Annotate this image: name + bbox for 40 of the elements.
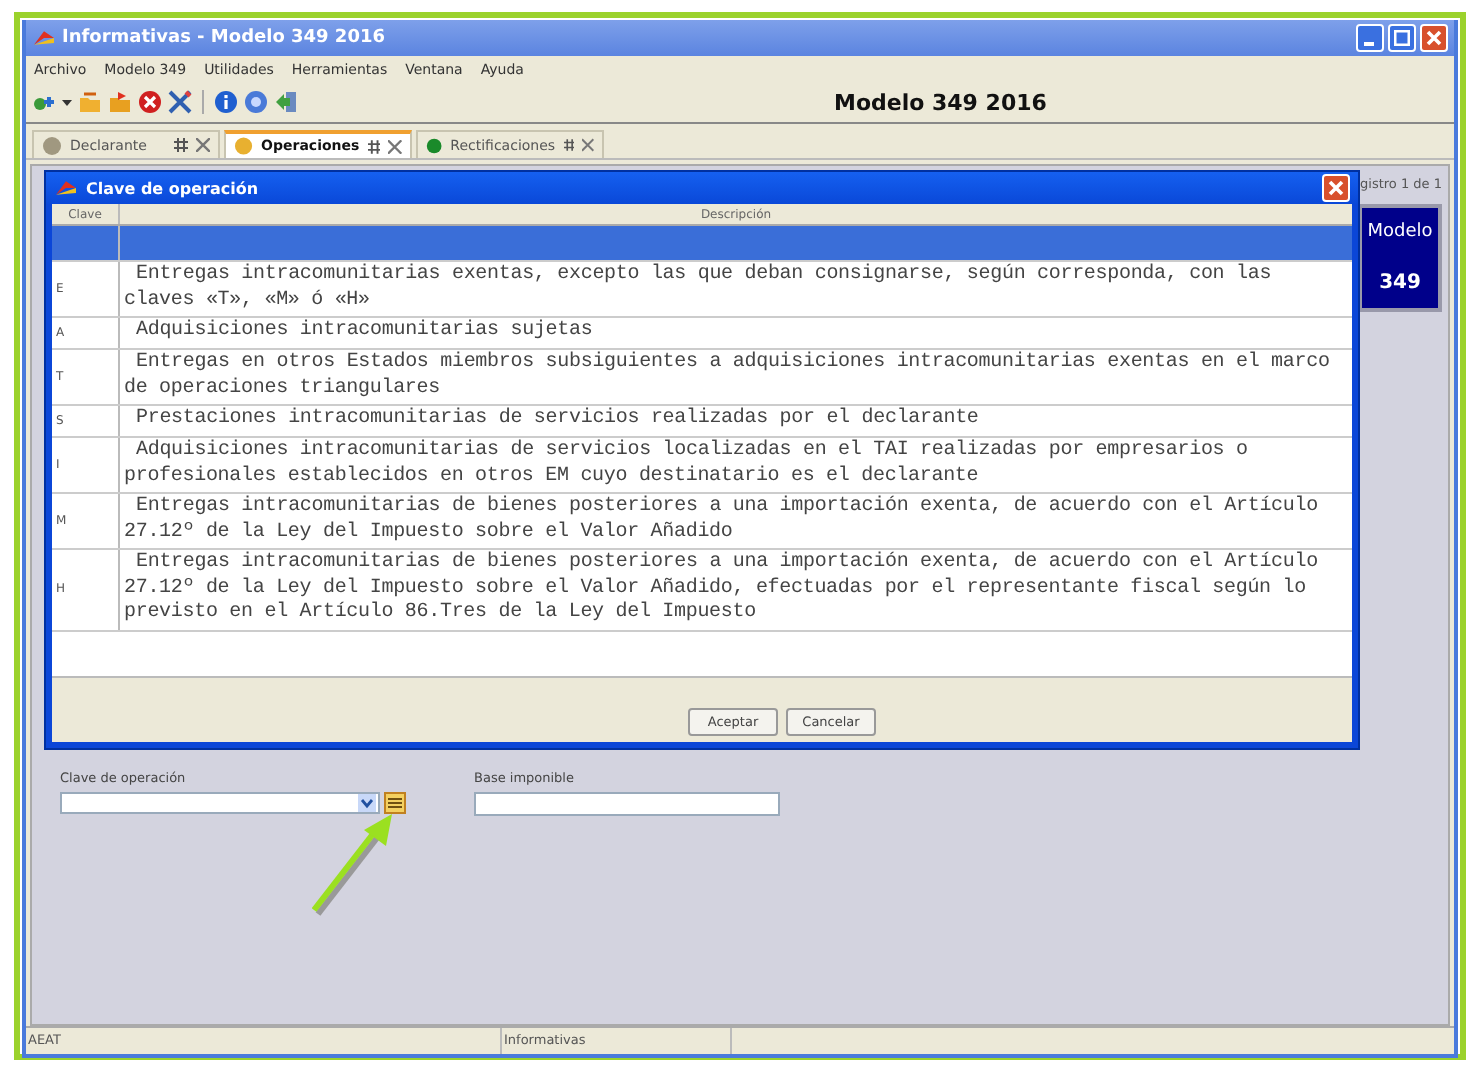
close-icon[interactable] [388, 139, 403, 153]
help-icon[interactable] [244, 90, 268, 114]
window-title: Informativas - Modelo 349 2016 [62, 28, 385, 48]
close-icon [1328, 180, 1344, 196]
close-icon[interactable] [196, 138, 210, 152]
app-logo-icon [54, 178, 78, 198]
minimize-button[interactable] [1356, 24, 1384, 52]
dropdown-field[interactable] [60, 792, 380, 814]
exit-icon[interactable] [274, 90, 298, 114]
close-button[interactable] [1420, 24, 1448, 52]
badge-label: Modelo [1367, 222, 1433, 243]
table-cell-text: Entregas intracomunitarias de bienes posteriores a una importación exenta, de acuerdo con el Artículo 27.12º de la Ley del Impuesto sobre el Valor Añadido, efectuadas por el representante fiscal según lo previsto en el Artículo 86.Tres de la Ley del Impuesto [124, 552, 1320, 627]
input-field[interactable] [474, 792, 780, 816]
app-logo-icon [32, 28, 56, 48]
list-lookup-icon[interactable] [384, 792, 406, 814]
table-cell-text: Adquisiciones intracomunitarias de servicios localizadas en el TAI realizadas por empresarios o profesionales establecidos en otros EM cuyo destinatario es el declarante [124, 440, 1250, 490]
table-cell-text: Prestaciones intracomunitarias de servicios realizadas por el declarante [134, 408, 981, 433]
tools-icon[interactable] [168, 90, 192, 114]
info-icon[interactable] [214, 90, 238, 114]
open-folder-icon[interactable] [108, 90, 132, 114]
close-button[interactable] [1322, 174, 1350, 202]
close-icon[interactable] [582, 138, 594, 152]
table-cell-text: Entregas intracomunitarias de bienes posteriores a una importación exenta, de acuerdo con el Artículo 27.12º de la Ley del Impuesto sobre el Valor Añadido [124, 496, 1320, 546]
cancel-icon[interactable] [138, 90, 162, 114]
table-cell-text: Adquisiciones intracomunitarias sujetas [134, 320, 595, 345]
table-cell-text: Entregas en otros Estados miembros subsiguientes a adquisiciones intracomunitarias exentas en el marco de operaciones triangulares [124, 352, 1332, 402]
maximize-icon [1394, 30, 1410, 46]
close-icon [1426, 30, 1442, 46]
tab-icon [42, 135, 62, 155]
tab-icon [234, 136, 254, 156]
form-heading: Modelo 349 2016 [834, 89, 1047, 115]
pin-icon[interactable] [367, 139, 381, 153]
dialog-title: Clave de operación [86, 179, 259, 197]
tab-icon [426, 135, 443, 155]
maximize-button[interactable] [1388, 24, 1416, 52]
badge-number: 349 [1379, 271, 1421, 294]
dropdown-arrow-icon[interactable] [358, 794, 376, 812]
pin-icon[interactable] [563, 138, 575, 152]
pin-icon[interactable] [174, 138, 188, 152]
table-cell-text: Entregas intracomunitarias exentas, excepto las que deban consignarse, según corresponda, con las claves «T», «M» ó «H» [124, 264, 1274, 314]
